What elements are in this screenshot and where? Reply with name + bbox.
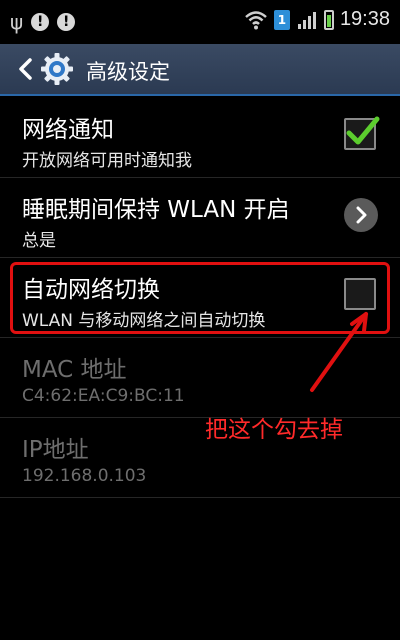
back-button[interactable] <box>10 54 40 84</box>
network-notification-checkbox[interactable] <box>344 116 380 150</box>
setting-subtitle: 总是 <box>22 231 56 251</box>
wifi-icon <box>245 10 267 29</box>
clock: 19:38 <box>339 8 390 30</box>
status-bar: ψ ! ! 1 19:38 <box>0 0 400 44</box>
sim-icon: 1 <box>273 9 290 30</box>
setting-value: C4:62:EA:C9:BC:11 <box>22 386 185 406</box>
action-bar: 高级设定 <box>0 44 400 96</box>
setting-title: IP地址 <box>22 437 89 463</box>
status-bar-right: 1 19:38 <box>244 8 390 31</box>
annotation-arrow <box>310 312 368 392</box>
chevron-left-icon <box>19 58 32 80</box>
chevron-right-button[interactable] <box>344 198 378 232</box>
setting-subtitle: 开放网络可用时通知我 <box>22 151 192 171</box>
setting-title: 网络通知 <box>22 117 114 143</box>
alert-icon: ! <box>31 13 50 31</box>
setting-value: 192.168.0.103 <box>22 466 147 486</box>
checkmark-icon <box>346 116 380 145</box>
setting-network-notification[interactable]: 网络通知 开放网络可用时通知我 <box>0 98 400 178</box>
usb-icon: ψ <box>10 10 24 34</box>
battery-icon <box>323 9 334 30</box>
chevron-right-icon <box>356 206 367 224</box>
signal-icon <box>297 11 316 29</box>
setting-title: MAC 地址 <box>22 357 127 383</box>
page-title: 高级设定 <box>86 60 170 84</box>
annotation-text: 把这个勾去掉 <box>205 417 343 443</box>
status-bar-left: ψ ! ! <box>10 9 76 35</box>
alert-icon: ! <box>57 13 76 31</box>
gear-icon <box>41 53 73 85</box>
setting-keep-wlan-on-sleep[interactable]: 睡眠期间保持 WLAN 开启 总是 <box>0 178 400 258</box>
setting-title: 睡眠期间保持 WLAN 开启 <box>22 197 290 223</box>
